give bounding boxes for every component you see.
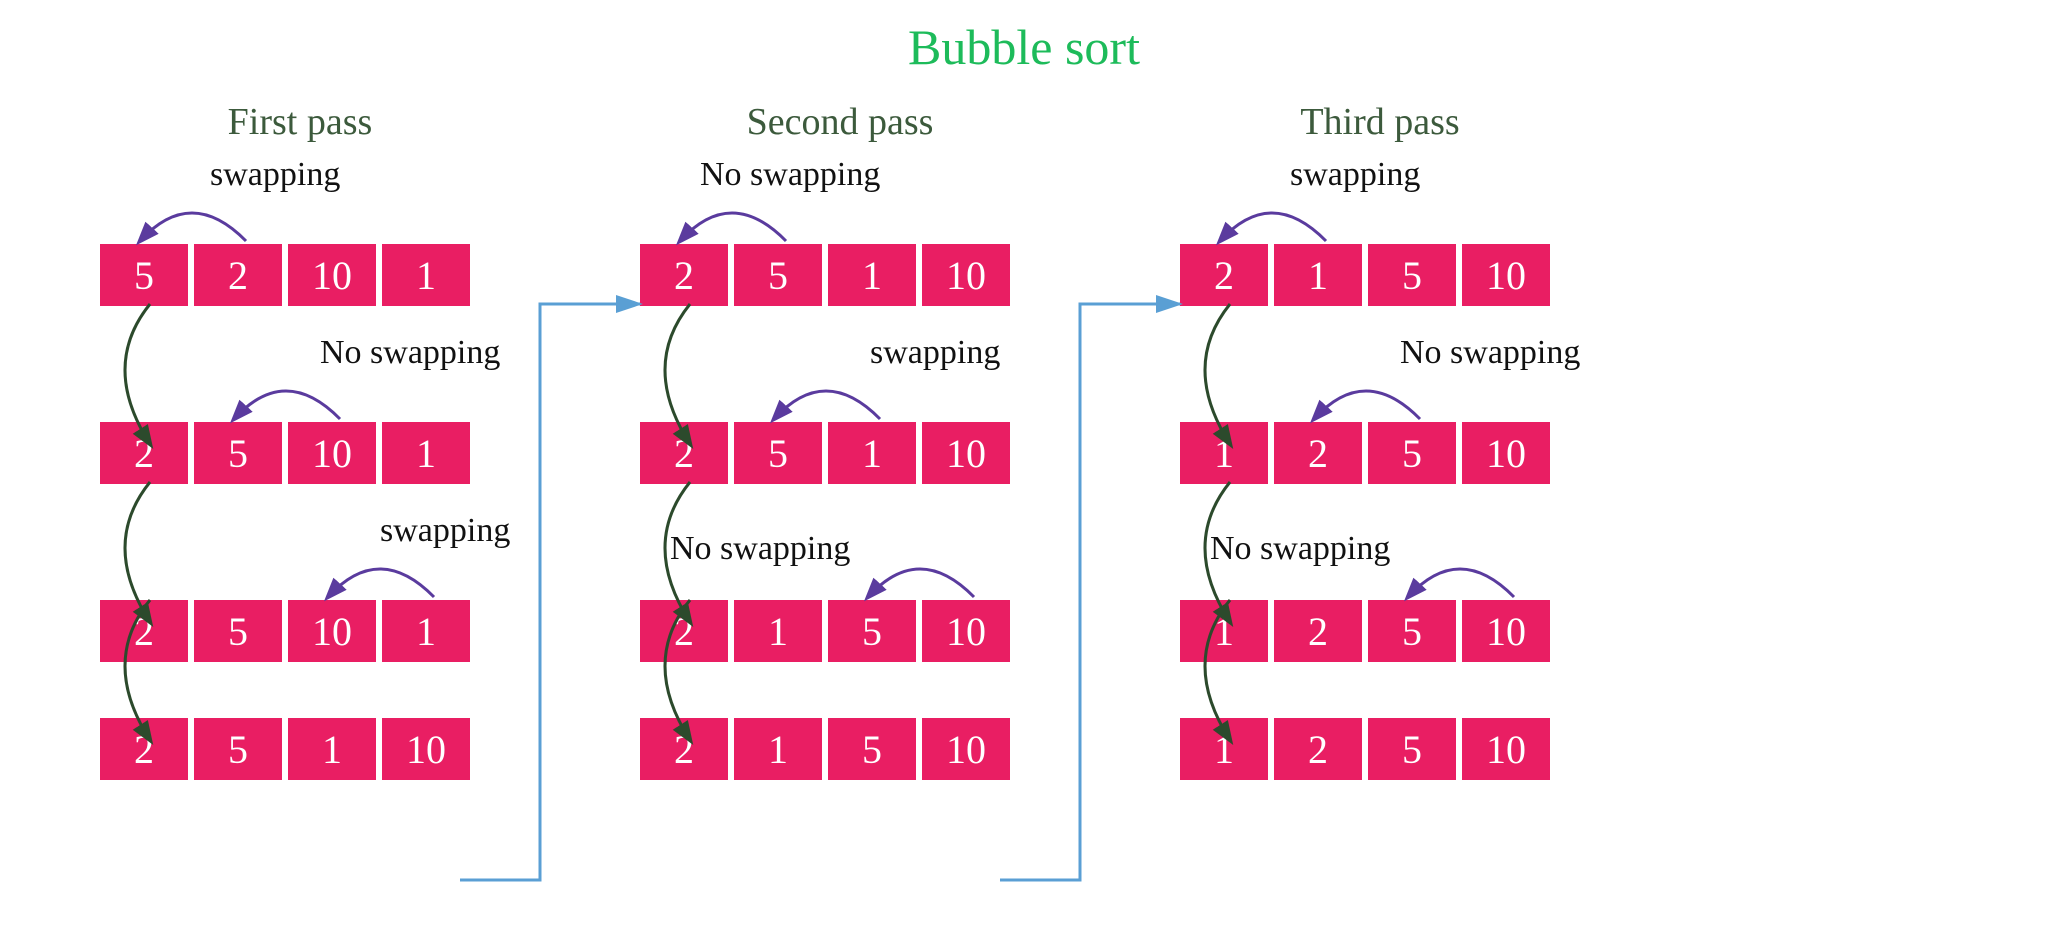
array-cell: 5 [1368,422,1456,484]
array-cell: 5 [734,244,822,306]
swap-label-swapping: swapping [1290,156,1420,194]
array-cell: 5 [194,422,282,484]
pass-label: Third pass [1120,100,1640,144]
swap-label-swapping: swapping [870,334,1000,372]
step-flow-arrow-icon [95,296,165,456]
array-cell: 10 [1462,718,1550,780]
array-cell: 5 [1368,718,1456,780]
swap-arc-icon [664,193,798,248]
array-cell: 1 [734,600,822,662]
swap-arc-icon [1392,549,1526,604]
swap-arc-icon [758,371,892,426]
array-cell: 5 [1368,600,1456,662]
step: 25110No swapping [640,156,1100,306]
connector-pass2-to-pass3-icon [990,290,1190,920]
array-cell: 5 [194,718,282,780]
diagram-title: Bubble sort [908,18,1140,76]
array-cell: 1 [828,244,916,306]
swap-label-no-swapping: No swapping [1400,334,1580,372]
step: 21510swapping [1180,156,1640,306]
pass-label: Second pass [580,100,1100,144]
step-flow-arrow-icon [95,592,165,752]
array-cell: 10 [288,422,376,484]
array-cell: 2 [1274,422,1362,484]
swap-arc-icon [124,193,258,248]
array-cell: 10 [288,244,376,306]
swap-label-swapping: swapping [210,156,340,194]
step: 12510No swapping [1180,512,1640,662]
pass-label: First pass [40,100,560,144]
swap-arc-icon [1298,371,1432,426]
array-cell: 1 [1274,244,1362,306]
array-cell: 5 [1368,244,1456,306]
array-cell: 1 [734,718,822,780]
array-cell: 10 [1462,600,1550,662]
array-cell: 5 [734,422,822,484]
array-cell: 10 [288,600,376,662]
array-cell: 1 [828,422,916,484]
array-cell: 1 [288,718,376,780]
array-cell: 2 [1274,600,1362,662]
connector-pass1-to-pass2-icon [450,290,650,920]
array-cell: 5 [194,600,282,662]
swap-label-no-swapping: No swapping [700,156,880,194]
pass-third: Third pass21510swapping12510No swapping1… [1120,100,1640,808]
step: 52101swapping [100,156,560,306]
array-cell: 2 [194,244,282,306]
array-cell: 10 [1462,422,1550,484]
step: 12510No swapping [1180,334,1640,484]
swap-arc-icon [218,371,352,426]
array-cell: 10 [1462,244,1550,306]
array-cell: 5 [828,600,916,662]
swap-arc-icon [1204,193,1338,248]
array-cell: 5 [828,718,916,780]
array-cell: 2 [1274,718,1362,780]
swap-arc-icon [312,549,446,604]
swap-arc-icon [852,549,986,604]
step: 12510 [1180,690,1640,780]
